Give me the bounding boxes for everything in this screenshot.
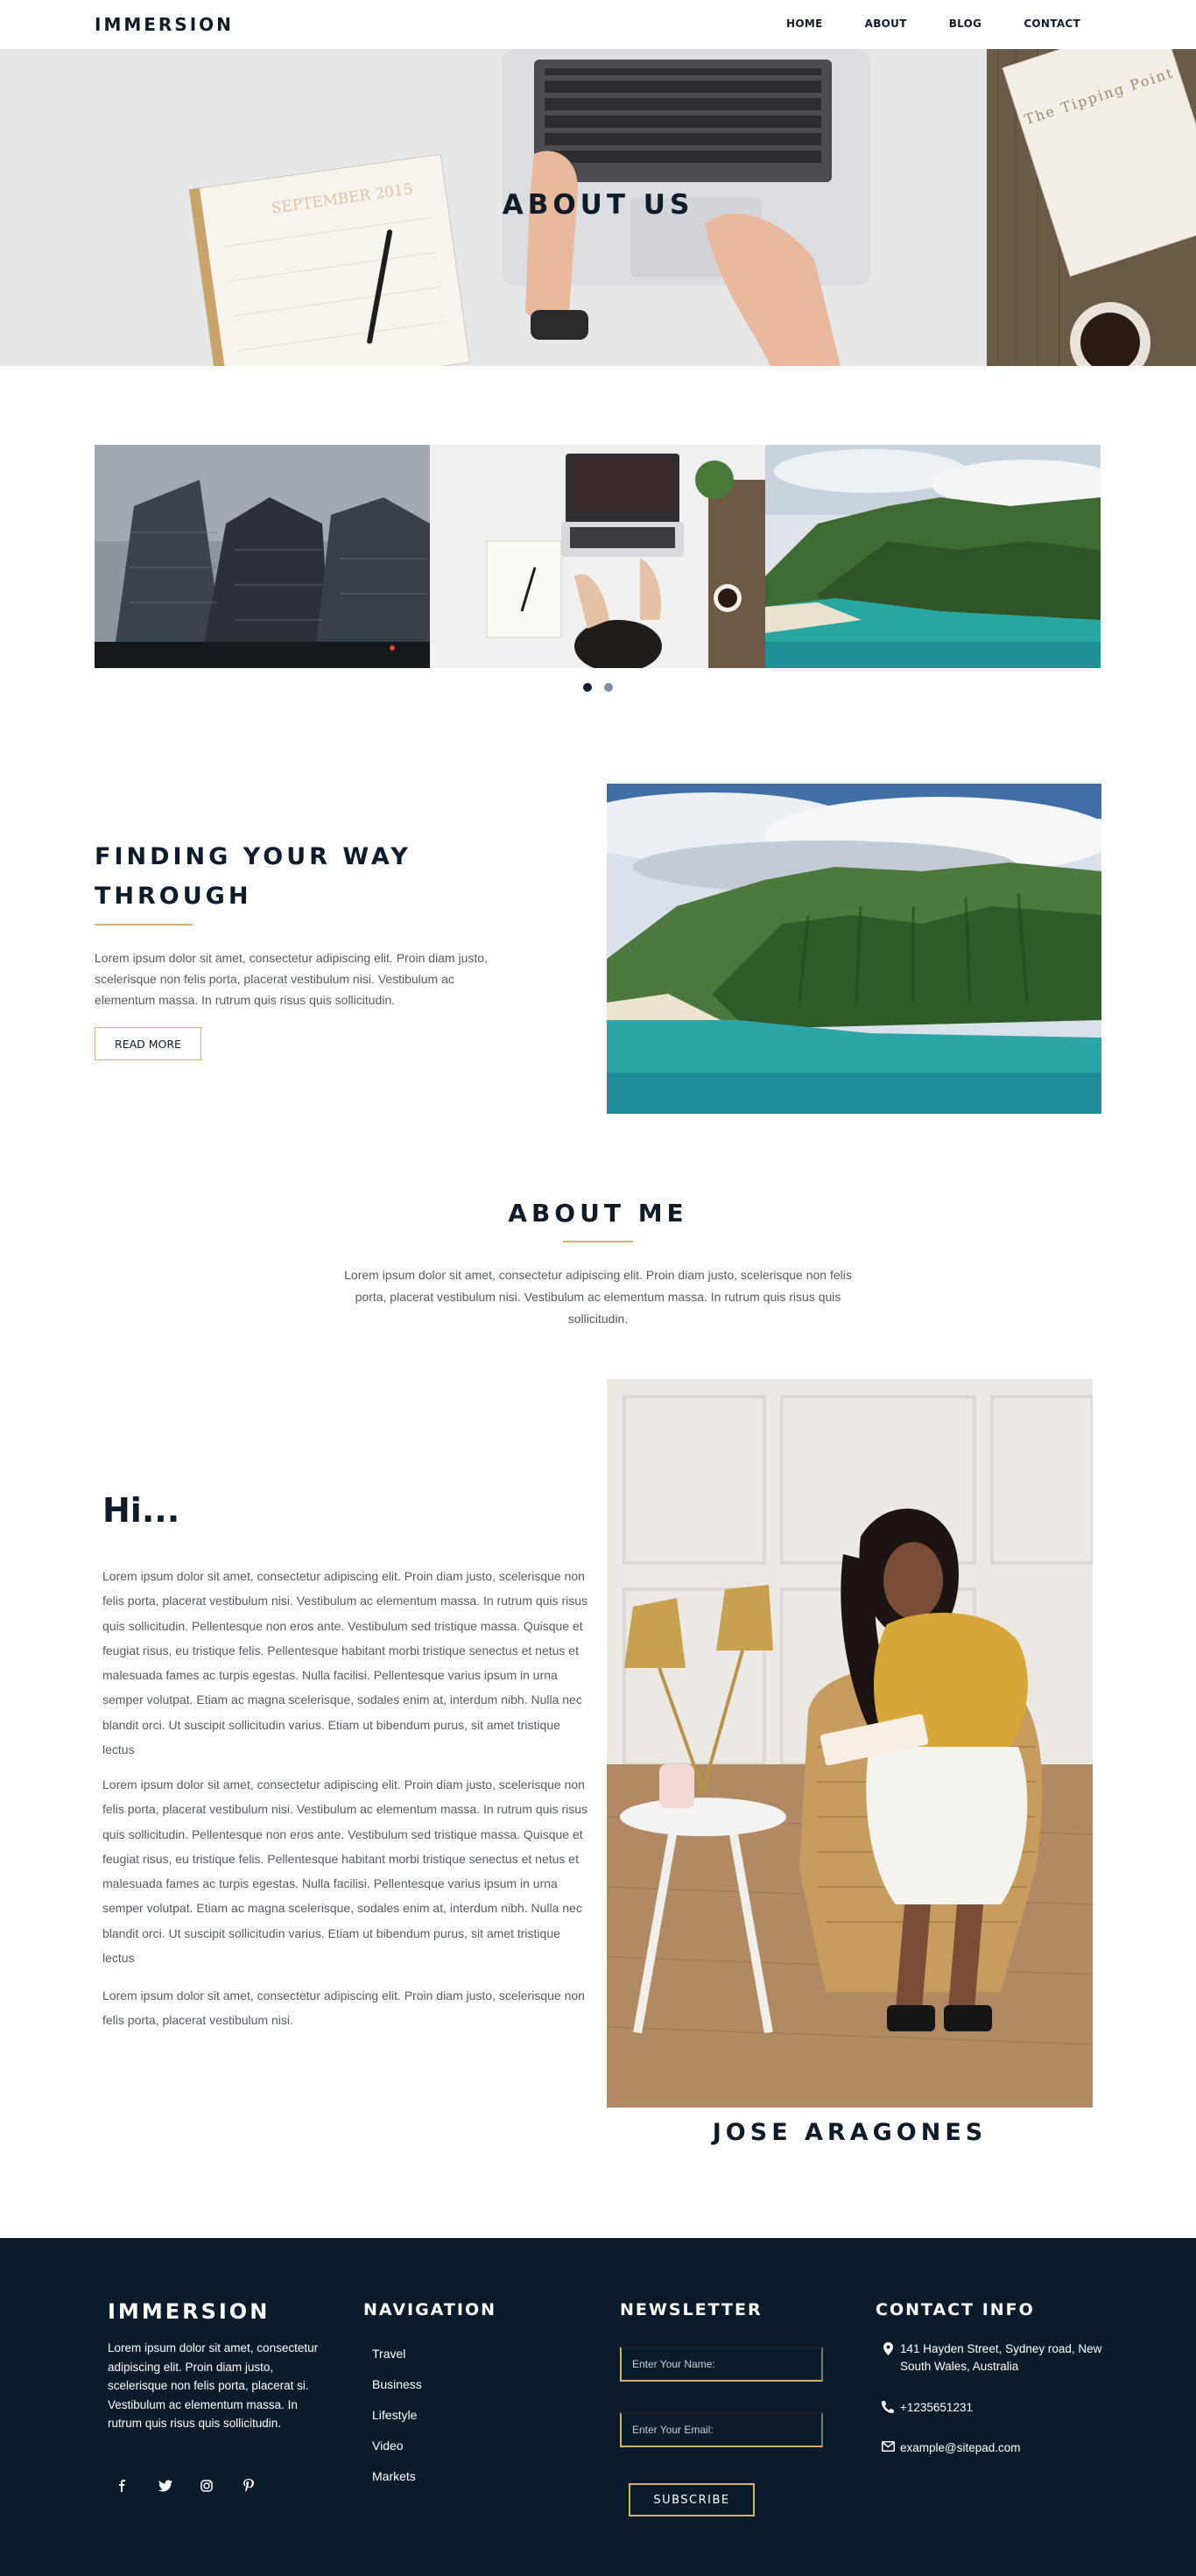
footer-logo[interactable]: IMMERSION: [108, 2299, 270, 2324]
main-nav: HOME ABOUT BLOG CONTACT: [744, 18, 1080, 30]
instagram-icon[interactable]: [192, 2473, 234, 2499]
coastal-cliffs-photo: [607, 784, 1101, 1114]
site-footer: IMMERSION Lorem ipsum dolor sit amet, co…: [0, 2238, 1196, 2576]
desk-laptop-photo: [430, 445, 765, 668]
greeting-heading: Hi...: [102, 1491, 180, 1530]
nav-about[interactable]: ABOUT: [865, 18, 907, 30]
footer-link-lifestyle[interactable]: Lifestyle: [372, 2408, 422, 2439]
woman-reading-photo: [607, 1379, 1093, 2108]
newsletter-email-input[interactable]: [620, 2412, 823, 2447]
footer-about-text: Lorem ipsum dolor sit amet, consectetur …: [108, 2341, 319, 2430]
bio-paragraph-3: Lorem ipsum dolor sit amet, consectetur …: [102, 1988, 585, 2028]
read-more-button[interactable]: READ MORE: [95, 1027, 201, 1060]
profile-name: JOSE ARAGONES: [712, 2119, 988, 2146]
subscribe-button[interactable]: SUBSCRIBE: [629, 2483, 755, 2516]
slide-coast[interactable]: [765, 445, 1101, 668]
newsletter-name-input[interactable]: [620, 2347, 823, 2382]
nav-blog[interactable]: BLOG: [949, 18, 982, 30]
feature-image: [607, 784, 1101, 1114]
slider-dot-2[interactable]: [604, 683, 613, 692]
about-me-text: Lorem ipsum dolor sit amet, consectetur …: [344, 1268, 852, 1326]
footer-link-business[interactable]: Business: [372, 2377, 422, 2408]
phone-icon: [876, 2399, 900, 2413]
city-skyscrapers-photo: [95, 445, 430, 668]
footer-link-video[interactable]: Video: [372, 2439, 422, 2469]
footer-navigation-title: NAVIGATION: [363, 2300, 496, 2319]
facebook-icon[interactable]: [108, 2473, 150, 2499]
pinterest-icon[interactable]: [234, 2473, 276, 2499]
slider-dots: [0, 683, 1196, 692]
slide-desk[interactable]: [430, 445, 765, 668]
contact-address-text: 141 Hayden Street, Sydney road, New Sout…: [900, 2342, 1102, 2373]
bio-paragraph-2: Lorem ipsum dolor sit amet, consectetur …: [102, 1777, 588, 1966]
bio-paragraph-1: Lorem ipsum dolor sit amet, consectetur …: [102, 1569, 588, 1757]
contact-phone: +1235651231: [876, 2399, 1103, 2417]
hero-banner: The Tipping Point SEPTEMBER 2015 ABOUT U…: [0, 49, 1196, 366]
contact-address: 141 Hayden Street, Sydney road, New Sout…: [876, 2340, 1103, 2375]
page-title: ABOUT US: [502, 189, 694, 221]
feature-divider: [95, 924, 193, 926]
social-links: [108, 2473, 276, 2499]
feature-title-line1: FINDING YOUR WAY: [95, 843, 412, 870]
footer-link-travel[interactable]: Travel: [372, 2347, 422, 2377]
twitter-icon[interactable]: [150, 2473, 192, 2499]
about-me-title: ABOUT ME: [508, 1199, 688, 1228]
contact-email: example@sitepad.com: [876, 2439, 1103, 2457]
nav-contact[interactable]: CONTACT: [1024, 18, 1080, 30]
feature-title-line2: THROUGH: [95, 883, 252, 910]
nav-home[interactable]: HOME: [786, 18, 823, 30]
envelope-icon: [876, 2439, 900, 2452]
site-header: IMMERSION HOME ABOUT BLOG CONTACT: [0, 0, 1196, 49]
contact-email-text[interactable]: example@sitepad.com: [900, 2439, 1021, 2457]
footer-contact-title: CONTACT INFO: [876, 2300, 1035, 2319]
about-me-divider: [563, 1241, 633, 1242]
site-logo[interactable]: IMMERSION: [95, 14, 234, 35]
image-slider[interactable]: [95, 445, 1101, 668]
footer-link-markets[interactable]: Markets: [372, 2469, 422, 2500]
footer-navigation-list: Travel Business Lifestyle Video Markets: [372, 2347, 422, 2500]
feature-title: FINDING YOUR WAY THROUGH: [95, 837, 462, 916]
location-pin-icon: [876, 2340, 900, 2355]
slide-city[interactable]: [95, 445, 430, 668]
slider-dot-1[interactable]: [583, 683, 592, 692]
coastal-mountains-photo: [765, 445, 1101, 668]
feature-text: Lorem ipsum dolor sit amet, consectetur …: [95, 951, 488, 1007]
profile-photo: [607, 1379, 1093, 2108]
contact-phone-text[interactable]: +1235651231: [900, 2399, 973, 2417]
footer-newsletter-title: NEWSLETTER: [620, 2300, 763, 2319]
